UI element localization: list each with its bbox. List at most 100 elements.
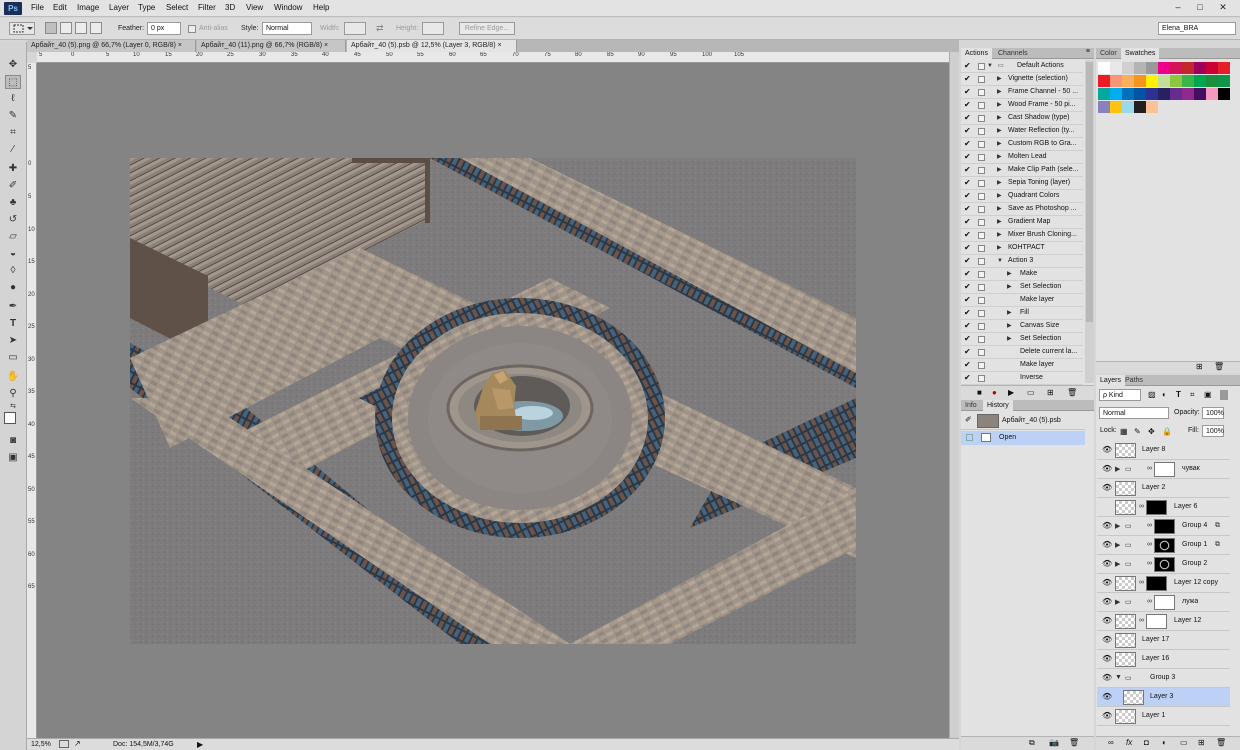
menu-select[interactable]: Select (166, 3, 188, 12)
fill-input[interactable]: 100% (1202, 425, 1224, 437)
menu-type[interactable]: Type (138, 3, 155, 12)
blur-tool-icon[interactable]: ◊ (5, 264, 21, 278)
link-icon[interactable]: ∞ (1147, 560, 1152, 567)
status-view-icon[interactable] (59, 740, 69, 748)
tab-history[interactable]: History (983, 400, 1013, 411)
layer-row[interactable]: 👁 ▶ ▭ ∞ Group 4 ⧉ (1097, 517, 1230, 536)
eye-icon[interactable]: 👁 (1102, 541, 1112, 549)
trash-icon[interactable]: 🗑 (1067, 388, 1077, 397)
action-row[interactable]: ✔ ▶ Gradient Map (961, 216, 1083, 229)
antialias-checkbox[interactable] (188, 25, 196, 33)
triangle-right-icon[interactable]: ▶ (1007, 333, 1012, 345)
link-icon[interactable]: ∞ (1147, 598, 1152, 605)
trash-icon[interactable]: 🗑 (1216, 738, 1226, 747)
color-swatch[interactable] (1098, 101, 1110, 113)
color-swatch[interactable] (1122, 75, 1134, 87)
color-swatch[interactable] (1194, 62, 1206, 74)
action-row[interactable]: ✔ ▶ Mixer Brush Cloning... (961, 229, 1083, 242)
panel-menu-icon[interactable]: ≡ (1086, 48, 1090, 55)
link-icon[interactable]: ∞ (1139, 503, 1144, 510)
new-document-icon[interactable]: ⧉ (1029, 738, 1035, 748)
action-row[interactable]: ✔ ▶ Cast Shadow (type) (961, 112, 1083, 125)
zoom-tool-icon[interactable]: ⚲ (5, 387, 21, 401)
dialog-toggle[interactable] (978, 102, 985, 109)
color-swatch[interactable] (1182, 75, 1194, 87)
swap-icon[interactable]: ⇄ (376, 23, 384, 34)
check-icon[interactable]: ✔ (964, 164, 972, 176)
tab-info[interactable]: Info (961, 400, 981, 411)
color-swatch[interactable] (1146, 75, 1158, 87)
adjustment-filter-icon[interactable]: ◐ (1162, 390, 1167, 399)
layer-row[interactable]: 👁 Layer 16 (1097, 650, 1230, 669)
dialog-toggle[interactable] (978, 245, 985, 252)
dialog-toggle[interactable] (978, 375, 985, 382)
action-row[interactable]: ✔ Delete current la... (961, 346, 1083, 359)
menu-layer[interactable]: Layer (109, 3, 129, 12)
layer-mask-thumbnail[interactable] (1154, 557, 1175, 572)
menu-file[interactable]: File (31, 3, 44, 12)
camera-icon[interactable]: 📷 (1049, 738, 1059, 747)
action-row[interactable]: ✔ ▶ Fill (961, 307, 1083, 320)
tab-paths[interactable]: Paths (1121, 375, 1147, 386)
new-layer-icon[interactable]: ⊞ (1198, 738, 1205, 747)
dialog-toggle[interactable] (978, 219, 985, 226)
action-row[interactable]: ✔ ▶ Make (961, 268, 1083, 281)
link-layers-icon[interactable]: ∞ (1108, 738, 1114, 747)
action-row[interactable]: ✔ ▶ Molten Lead (961, 151, 1083, 164)
color-swatch[interactable] (1122, 88, 1134, 100)
healing-tool-icon[interactable]: ✚ (5, 162, 21, 176)
foreground-color[interactable] (4, 412, 16, 424)
rectangle-tool-icon[interactable]: ▭ (5, 351, 21, 365)
close-window-button[interactable]: ✕ (1213, 1, 1233, 14)
color-swatch[interactable] (1206, 88, 1218, 100)
triangle-right-icon[interactable]: ▶ (997, 99, 1002, 111)
color-swatch[interactable] (1098, 88, 1110, 100)
action-row[interactable]: ✔ ▶ Set Selection (961, 281, 1083, 294)
color-swatch[interactable] (1110, 101, 1122, 113)
check-icon[interactable]: ✔ (964, 99, 972, 111)
check-icon[interactable]: ✔ (964, 177, 972, 189)
lasso-tool-icon[interactable]: ℓ (5, 92, 21, 106)
color-swatch[interactable] (1182, 62, 1194, 74)
triangle-right-icon[interactable]: ▶ (997, 242, 1002, 254)
subtract-selection-button[interactable] (75, 22, 87, 34)
eye-icon[interactable]: 👁 (1102, 674, 1112, 682)
link-icon[interactable]: ∞ (1147, 465, 1152, 472)
dialog-toggle[interactable] (978, 323, 985, 330)
dialog-toggle[interactable] (978, 89, 985, 96)
check-icon[interactable]: ✔ (964, 125, 972, 137)
crop-tool-icon[interactable]: ⌗ (5, 126, 21, 140)
color-swatch[interactable] (1218, 75, 1230, 87)
feather-input[interactable]: 0 px (147, 22, 181, 35)
layer-mask-thumbnail[interactable] (1146, 576, 1167, 591)
action-row[interactable]: ✔ ▶ Quadrant Colors (961, 190, 1083, 203)
adjustment-layer-icon[interactable]: ◐ (1162, 738, 1167, 747)
triangle-right-icon[interactable]: ▶ (997, 229, 1002, 241)
eye-icon[interactable]: 👁 (1102, 693, 1112, 701)
tab-swatches[interactable]: Swatches (1121, 48, 1160, 59)
marquee-tool-icon[interactable]: ⬚ (5, 75, 21, 89)
color-swatch[interactable] (1134, 101, 1146, 113)
close-icon[interactable]: × (324, 42, 328, 49)
layer-mask-thumbnail[interactable] (1154, 462, 1175, 477)
doc-tab-3[interactable]: Арбайт_40 (5).psb @ 12,5% (Layer 3, RGB/… (347, 40, 517, 52)
check-icon[interactable]: ✔ (964, 60, 972, 72)
link-icon[interactable]: ∞ (1147, 541, 1152, 548)
kind-filter-select[interactable]: ρ Kind (1099, 389, 1141, 401)
check-icon[interactable]: ✔ (964, 216, 972, 228)
check-icon[interactable]: ✔ (964, 372, 972, 384)
shape-filter-icon[interactable]: ⌗ (1190, 390, 1195, 400)
action-row[interactable]: ✔ ▶ Vignette (selection) (961, 73, 1083, 86)
color-swatch[interactable] (1170, 88, 1182, 100)
action-row[interactable]: ✔ ▶ КОНТРАСТ (961, 242, 1083, 255)
triangle-right-icon[interactable]: ▶ (997, 138, 1002, 150)
layer-row[interactable]: 👁 ▶ ▭ ∞ лужа (1097, 593, 1230, 612)
layer-row[interactable]: 👁 Layer 17 (1097, 631, 1230, 650)
type-filter-icon[interactable]: T (1176, 390, 1181, 399)
action-row[interactable]: ✔ ▶ Frame Channel - 50 ... (961, 86, 1083, 99)
color-swatch[interactable] (1158, 88, 1170, 100)
dialog-toggle[interactable] (978, 297, 985, 304)
menu-view[interactable]: View (246, 3, 263, 12)
layer-row[interactable]: 👁 Layer 8 (1097, 441, 1230, 460)
eye-icon[interactable] (1102, 503, 1111, 511)
